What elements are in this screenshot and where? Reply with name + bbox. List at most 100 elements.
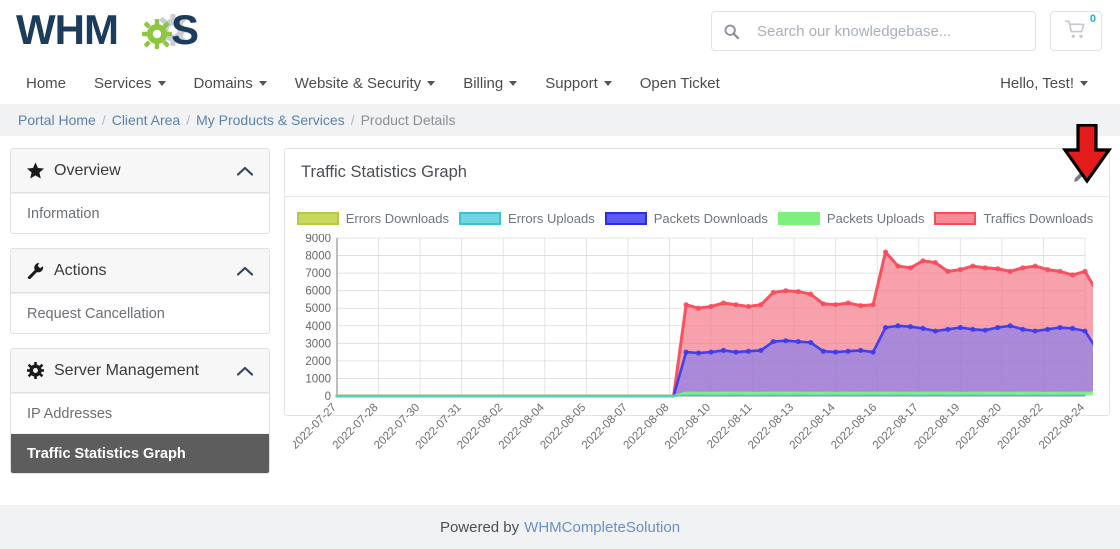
chevron-down-icon — [1080, 80, 1088, 86]
cart-button[interactable]: 0 — [1050, 11, 1102, 51]
card-header: Traffic Statistics Graph — [285, 149, 1109, 197]
legend-label: Packets Downloads — [653, 211, 768, 226]
sidebar-item-label: Request Cancellation — [27, 305, 165, 322]
footer-link[interactable]: WHMCompleteSolution — [524, 519, 680, 536]
sidebar-item-request-cancellation[interactable]: Request Cancellation — [11, 293, 269, 333]
nav-item-support[interactable]: Support — [531, 75, 626, 92]
gear-icon — [27, 362, 44, 379]
svg-text:4000: 4000 — [305, 321, 331, 333]
svg-text:9000: 9000 — [305, 234, 331, 245]
sidebar-panel-header-server-management[interactable]: Server Management — [11, 349, 269, 393]
breadcrumb-separator: / — [350, 112, 355, 128]
search-input[interactable] — [755, 21, 1023, 41]
chevron-down-icon — [157, 80, 166, 86]
nav-label: Billing — [463, 74, 504, 92]
page-body: Overview Information Actions Request Can… — [0, 136, 1120, 480]
nav-right: Hello, Test! — [992, 75, 1102, 92]
chart-container: Errors Downloads Errors Uploads Packets … — [285, 197, 1109, 452]
legend-item-packets-downloads[interactable]: Packets Downloads — [604, 211, 768, 226]
breadcrumb-portal-home[interactable]: Portal Home — [18, 112, 96, 128]
chevron-up-icon[interactable] — [237, 266, 253, 276]
main-navigation: Home Services Domains Website & Security… — [0, 62, 1120, 104]
header-right: 0 — [711, 11, 1102, 51]
nav-label: Support — [545, 74, 598, 92]
shopping-cart-icon — [1065, 20, 1087, 43]
knowledgebase-search[interactable] — [711, 11, 1036, 51]
svg-text:5000: 5000 — [305, 303, 331, 315]
wrench-icon — [27, 262, 44, 279]
svg-text:3000: 3000 — [305, 338, 331, 350]
legend-swatch — [934, 212, 977, 225]
nav-item-website-security[interactable]: Website & Security — [281, 75, 449, 92]
search-icon — [724, 24, 739, 39]
nav-item-open-ticket[interactable]: Open Ticket — [626, 75, 734, 92]
site-header: WHM S Search our knowledgebase... 0 — [0, 0, 1120, 62]
nav-label: Open Ticket — [639, 74, 720, 92]
legend-item-errors-downloads[interactable]: Errors Downloads — [296, 211, 450, 226]
chevron-up-icon[interactable] — [237, 166, 253, 176]
legend-label: Errors Uploads — [508, 211, 595, 226]
sidebar-item-label: IP Addresses — [27, 405, 113, 422]
sidebar-panel-server-management: Server Management IP Addresses Traffic S… — [10, 348, 270, 474]
chevron-down-icon — [509, 80, 518, 86]
whmcs-logo[interactable]: WHM S — [16, 7, 212, 55]
sidebar-item-information[interactable]: Information — [11, 193, 269, 233]
legend-swatch — [604, 212, 647, 225]
nav-label: Home — [26, 74, 67, 92]
legend-label: Errors Downloads — [345, 211, 450, 226]
sidebar-item-traffic-statistics-graph[interactable]: Traffic Statistics Graph — [11, 433, 269, 473]
footer-text: Powered by — [439, 518, 520, 536]
breadcrumb: Portal Home / Client Area / My Products … — [0, 104, 1120, 136]
sidebar-panel-actions: Actions Request Cancellation — [10, 248, 270, 334]
svg-text:8000: 8000 — [305, 251, 331, 263]
legend-swatch — [459, 212, 502, 225]
nav-label: Domains — [193, 74, 253, 92]
sidebar-item-label: Information — [27, 205, 100, 222]
svg-text:2022-08-24: 2022-08-24 — [1037, 401, 1088, 452]
nav-item-domains[interactable]: Domains — [180, 75, 281, 92]
traffic-chart[interactable]: 0 1000 2000 3000 4000 5000 6000 7000 8000 9000 202… — [293, 234, 1097, 452]
chart-legend: Errors Downloads Errors Uploads Packets … — [293, 207, 1097, 234]
nav-item-billing[interactable]: Billing — [449, 75, 531, 92]
nav-label: Services — [94, 74, 152, 92]
nav-item-home[interactable]: Home — [18, 75, 80, 92]
svg-text:2000: 2000 — [305, 356, 331, 368]
breadcrumb-client-area[interactable]: Client Area — [112, 112, 180, 128]
svg-text:7000: 7000 — [305, 268, 331, 280]
sidebar-panel-title: Server Management — [54, 361, 199, 379]
site-footer: Powered by WHMCompleteSolution — [0, 505, 1120, 549]
cart-count-badge: 0 — [1089, 13, 1096, 25]
svg-text:6000: 6000 — [305, 286, 331, 298]
legend-item-errors-uploads[interactable]: Errors Uploads — [459, 211, 595, 226]
svg-text:WHM: WHM — [16, 8, 118, 53]
sidebar-panel-header-overview[interactable]: Overview — [11, 149, 269, 193]
chart-svg: 0100020003000400050006000700080009000202… — [293, 234, 1093, 452]
star-icon — [27, 162, 44, 179]
svg-text:S: S — [171, 8, 199, 53]
sidebar-panel-header-actions[interactable]: Actions — [11, 249, 269, 293]
sidebar-item-ip-addresses[interactable]: IP Addresses — [11, 393, 269, 433]
chevron-down-icon — [427, 80, 436, 86]
legend-label: Traffics Downloads — [983, 211, 1094, 226]
traffic-statistics-card: Traffic Statistics Graph Errors Download… — [284, 148, 1110, 452]
chevron-up-icon[interactable] — [237, 366, 253, 376]
chevron-down-icon — [603, 80, 612, 86]
nav-item-services[interactable]: Services — [80, 75, 180, 92]
legend-item-traffics-downloads[interactable]: Traffics Downloads — [934, 211, 1093, 226]
nav-label: Website & Security — [294, 74, 422, 92]
chevron-down-icon — [258, 80, 267, 86]
breadcrumb-separator: / — [186, 112, 191, 128]
sidebar-panel-title: Overview — [54, 161, 121, 179]
legend-swatch — [777, 212, 820, 225]
sidebar-panel-title: Actions — [54, 261, 107, 279]
legend-label: Packets Uploads — [826, 211, 925, 226]
sidebar-item-label: Traffic Statistics Graph — [27, 445, 186, 462]
breadcrumb-my-products-services[interactable]: My Products & Services — [196, 112, 345, 128]
svg-text:1000: 1000 — [305, 373, 331, 385]
pencil-icon[interactable] — [1072, 162, 1093, 183]
account-menu[interactable]: Hello, Test! — [992, 75, 1102, 92]
sidebar-panel-overview: Overview Information — [10, 148, 270, 234]
legend-item-packets-uploads[interactable]: Packets Uploads — [777, 211, 925, 226]
sidebar: Overview Information Actions Request Can… — [10, 148, 270, 480]
main-content: Traffic Statistics Graph Errors Download… — [284, 148, 1110, 480]
